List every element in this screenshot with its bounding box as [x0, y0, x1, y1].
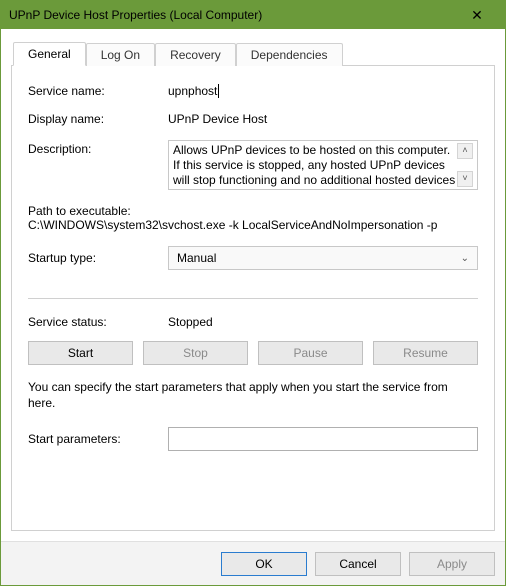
text-caret: [218, 84, 219, 98]
cancel-button[interactable]: Cancel: [315, 552, 401, 576]
start-parameters-note: You can specify the start parameters tha…: [28, 379, 478, 411]
client-area: General Log On Recovery Dependencies Ser…: [1, 29, 505, 541]
tab-dependencies[interactable]: Dependencies: [236, 43, 343, 66]
row-start-parameters: Start parameters:: [28, 427, 478, 451]
label-display-name: Display name:: [28, 112, 168, 126]
label-service-name: Service name:: [28, 84, 168, 98]
row-display-name: Display name: UPnP Device Host: [28, 112, 478, 126]
value-path: C:\WINDOWS\system32\svchost.exe -k Local…: [28, 218, 478, 232]
chevron-down-icon: ⌄: [461, 253, 469, 264]
service-control-buttons: Start Stop Pause Resume: [28, 341, 478, 365]
scroll-down-icon[interactable]: ˅: [457, 171, 473, 187]
tab-strip: General Log On Recovery Dependencies: [13, 41, 495, 65]
startup-type-select[interactable]: Manual ⌄: [168, 246, 478, 270]
titlebar[interactable]: UPnP Device Host Properties (Local Compu…: [1, 1, 505, 29]
close-icon[interactable]: ✕: [457, 7, 497, 24]
ok-button[interactable]: OK: [221, 552, 307, 576]
row-service-name: Service name: upnphost: [28, 84, 478, 98]
tab-recovery[interactable]: Recovery: [155, 43, 236, 66]
tab-general[interactable]: General: [13, 42, 86, 66]
startup-type-value: Manual: [177, 251, 216, 265]
label-start-parameters: Start parameters:: [28, 432, 168, 446]
description-box[interactable]: Allows UPnP devices to be hosted on this…: [168, 140, 478, 190]
stop-button[interactable]: Stop: [143, 341, 248, 365]
label-description: Description:: [28, 140, 168, 156]
value-service-status: Stopped: [168, 315, 478, 329]
row-startup-type: Startup type: Manual ⌄: [28, 246, 478, 270]
description-text: Allows UPnP devices to be hosted on this…: [173, 143, 457, 187]
resume-button[interactable]: Resume: [373, 341, 478, 365]
label-path: Path to executable:: [28, 204, 478, 218]
apply-button[interactable]: Apply: [409, 552, 495, 576]
start-button[interactable]: Start: [28, 341, 133, 365]
value-display-name: UPnP Device Host: [168, 112, 478, 126]
label-startup-type: Startup type:: [28, 251, 168, 265]
dialog-footer: OK Cancel Apply: [1, 541, 505, 585]
tab-panel-general: Service name: upnphost Display name: UPn…: [11, 65, 495, 531]
start-parameters-input[interactable]: [168, 427, 478, 451]
row-description: Description: Allows UPnP devices to be h…: [28, 140, 478, 190]
properties-window: UPnP Device Host Properties (Local Compu…: [0, 0, 506, 586]
tab-log-on[interactable]: Log On: [86, 43, 155, 66]
separator: [28, 298, 478, 299]
pause-button[interactable]: Pause: [258, 341, 363, 365]
row-path: Path to executable: C:\WINDOWS\system32\…: [28, 204, 478, 232]
description-scrollbar[interactable]: ˄ ˅: [457, 143, 473, 187]
value-service-name[interactable]: upnphost: [168, 84, 478, 98]
window-title: UPnP Device Host Properties (Local Compu…: [9, 8, 457, 22]
scroll-up-icon[interactable]: ˄: [457, 143, 473, 159]
row-service-status: Service status: Stopped: [28, 315, 478, 329]
label-service-status: Service status:: [28, 315, 168, 329]
